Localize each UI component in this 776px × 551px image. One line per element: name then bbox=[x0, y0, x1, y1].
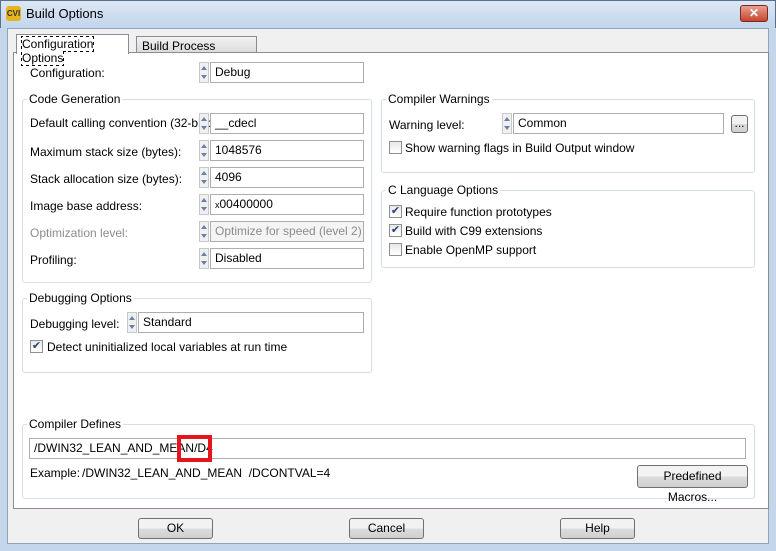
optimization-field: Optimize for speed (level 2) bbox=[210, 221, 364, 242]
stack-alloc-spinner[interactable] bbox=[199, 167, 209, 188]
window-title: Build Options bbox=[26, 6, 104, 21]
highlight-box bbox=[177, 435, 212, 462]
code-generation-title: Code Generation bbox=[27, 92, 123, 106]
openmp-label: Enable OpenMP support bbox=[405, 243, 537, 257]
warning-browse-button[interactable]: ... bbox=[731, 115, 748, 133]
app-icon: CVI bbox=[6, 6, 21, 21]
max-stack-label: Maximum stack size (bytes): bbox=[30, 145, 182, 159]
tab-configuration-options[interactable]: Configuration Options bbox=[16, 34, 129, 66]
detect-uninitialized-checkbox[interactable]: ✔ bbox=[30, 340, 43, 353]
require-prototypes-checkbox[interactable]: ✔ bbox=[389, 205, 402, 218]
profiling-field[interactable]: Disabled bbox=[210, 248, 364, 269]
configuration-label: Configuration: bbox=[30, 66, 105, 80]
optimization-spinner bbox=[199, 221, 209, 242]
c-language-title: C Language Options bbox=[386, 183, 501, 197]
stack-alloc-label: Stack allocation size (bytes): bbox=[30, 172, 183, 186]
close-button[interactable]: ✕ bbox=[740, 5, 768, 22]
calling-convention-spinner[interactable] bbox=[199, 113, 209, 134]
warning-level-spinner[interactable] bbox=[502, 113, 512, 134]
image-base-field[interactable]: x00400000 bbox=[210, 194, 364, 215]
compiler-defines-title: Compiler Defines bbox=[27, 417, 124, 431]
profiling-spinner[interactable] bbox=[199, 248, 209, 269]
ok-button[interactable]: OK bbox=[138, 518, 213, 539]
detect-uninitialized-label: Detect uninitialized local variables at … bbox=[47, 340, 288, 354]
configuration-field[interactable]: Debug bbox=[210, 62, 364, 83]
warning-level-label: Warning level: bbox=[389, 118, 465, 132]
compiler-warnings-group bbox=[381, 99, 755, 173]
calling-convention-field[interactable]: __cdecl bbox=[210, 113, 364, 134]
debugging-level-spinner[interactable] bbox=[127, 312, 137, 333]
debugging-level-label: Debugging level: bbox=[30, 317, 120, 331]
stack-alloc-field[interactable]: 4096 bbox=[210, 167, 364, 188]
compiler-warnings-title: Compiler Warnings bbox=[386, 92, 492, 106]
defines-text: /DWIN32_LEAN_AND_MEAN bbox=[34, 441, 195, 455]
example-value: /DWIN32_LEAN_AND_MEAN /DCONTVAL=4 bbox=[82, 466, 331, 480]
debugging-level-field[interactable]: Standard bbox=[138, 312, 364, 333]
calling-convention-label: Default calling convention (32-bit): bbox=[30, 116, 212, 130]
c99-extensions-checkbox[interactable]: ✔ bbox=[389, 224, 402, 237]
help-button[interactable]: Help bbox=[560, 518, 635, 539]
image-base-label: Image base address: bbox=[30, 199, 143, 213]
show-warning-flags-label: Show warning flags in Build Output windo… bbox=[405, 141, 635, 155]
optimization-label: Optimization level: bbox=[30, 226, 129, 240]
cancel-button[interactable]: Cancel bbox=[349, 518, 424, 539]
title-bar[interactable] bbox=[0, 0, 776, 28]
c99-extensions-label: Build with C99 extensions bbox=[405, 224, 543, 238]
max-stack-field[interactable]: 1048576 bbox=[210, 140, 364, 161]
configuration-spinner[interactable] bbox=[199, 62, 209, 83]
debugging-title: Debugging Options bbox=[27, 291, 134, 305]
show-warning-flags-checkbox[interactable] bbox=[389, 141, 402, 154]
max-stack-spinner[interactable] bbox=[199, 140, 209, 161]
openmp-checkbox[interactable] bbox=[389, 243, 402, 256]
debugging-group bbox=[22, 298, 372, 373]
warning-level-field[interactable]: Common bbox=[513, 113, 724, 134]
image-base-value: 00400000 bbox=[219, 197, 273, 211]
compiler-defines-input[interactable]: /DWIN32_LEAN_AND_MEAN/D4 bbox=[29, 438, 746, 459]
require-prototypes-label: Require function prototypes bbox=[405, 205, 552, 219]
example-label: Example: bbox=[30, 466, 81, 480]
predefined-macros-button[interactable]: Predefined Macros... bbox=[637, 465, 748, 504]
close-icon: ✕ bbox=[748, 6, 760, 20]
image-base-spinner[interactable] bbox=[199, 194, 209, 215]
profiling-label: Profiling: bbox=[30, 253, 77, 267]
